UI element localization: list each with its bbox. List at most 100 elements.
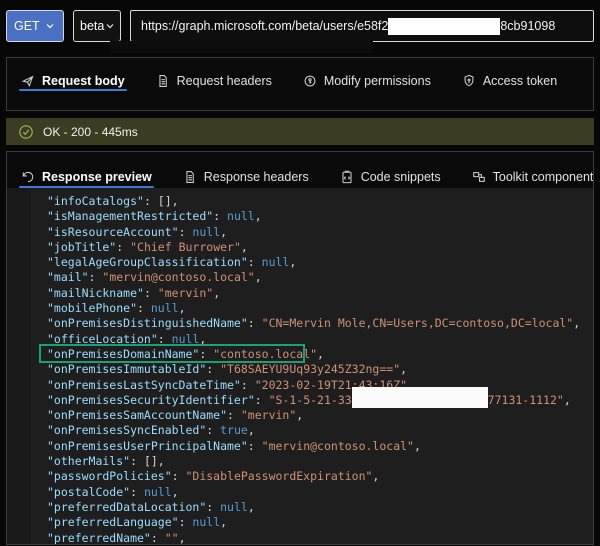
json-line-onPremisesDistinguishedName: "onPremisesDistinguishedName": "CN=Mervi… <box>47 316 593 331</box>
json-line-officeLocation: "officeLocation": null, <box>47 332 593 347</box>
json-line-onPremisesUserPrincipalName: "onPremisesUserPrincipalName": "mervin@c… <box>47 439 593 454</box>
response-json-editor[interactable]: "infoCatalogs": [],"isManagementRestrict… <box>7 188 593 544</box>
chevron-down-icon <box>104 20 116 32</box>
tab-request-headers[interactable]: Request headers <box>154 58 274 91</box>
json-value: null <box>192 225 220 239</box>
tab-label: Response headers <box>204 170 309 184</box>
status-bar: OK - 200 - 445ms <box>6 118 594 145</box>
tab-response-preview[interactable]: Response preview <box>19 152 154 188</box>
tab-modify-permissions[interactable]: Modify permissions <box>301 58 433 91</box>
json-key: "onPremisesImmutableId" <box>47 362 206 376</box>
request-toolbar: GET beta https://graph.microsoft.com/bet… <box>0 0 600 42</box>
json-key: "postalCode" <box>47 485 130 499</box>
json-line-passwordPolicies: "passwordPolicies": "DisablePasswordExpi… <box>47 469 593 484</box>
tab-label: Request headers <box>177 74 272 88</box>
json-line-onPremisesSyncEnabled: "onPremisesSyncEnabled": true, <box>47 423 593 438</box>
tab-toolkit-component[interactable]: Toolkit component <box>470 152 594 188</box>
document-icon <box>183 170 197 184</box>
json-value: null <box>227 209 255 223</box>
request-tabs: Request body Request headers Modify permis… <box>7 58 593 91</box>
tab-label: Modify permissions <box>324 74 431 88</box>
json-key: "mail" <box>47 270 89 284</box>
url-suffix: 8cb91098 <box>500 19 555 33</box>
json-value: "mervin@contoso.local" <box>262 439 414 453</box>
permissions-icon <box>303 74 317 88</box>
code-snippets-icon <box>340 170 354 184</box>
json-value: "contoso.local" <box>213 347 317 361</box>
json-key: "onPremisesDistinguishedName" <box>47 316 248 330</box>
json-value: "" <box>165 531 179 544</box>
method-dropdown[interactable]: GET <box>6 10 64 42</box>
json-key: "mailNickname" <box>47 286 144 300</box>
tab-request-body[interactable]: Request body <box>19 58 127 91</box>
json-line-onPremisesImmutableId: "onPremisesImmutableId": "T68SAEYU9Uq93y… <box>47 362 593 377</box>
json-key: "jobTitle" <box>47 240 116 254</box>
json-line-onPremisesDomainName: "onPremisesDomainName": "contoso.local", <box>47 347 593 362</box>
json-value: null <box>144 485 172 499</box>
json-value: null <box>172 332 200 346</box>
json-line-legalAgeGroupClassification: "legalAgeGroupClassification": null, <box>47 255 593 270</box>
json-key: "preferredLanguage" <box>47 515 179 529</box>
json-value: "mervin" <box>158 286 213 300</box>
tab-label: Toolkit component <box>493 170 594 184</box>
document-icon <box>156 74 170 88</box>
tab-access-token[interactable]: Access token <box>460 58 559 91</box>
json-value: "DisablePasswordExpiration" <box>185 469 372 483</box>
json-line-preferredDataLocation: "preferredDataLocation": null, <box>47 500 593 515</box>
json-key: "onPremisesDomainName" <box>47 347 199 361</box>
json-line-otherMails: "otherMails": [], <box>47 454 593 469</box>
method-label: GET <box>14 19 40 33</box>
dark-redaction-block <box>110 41 373 53</box>
status-text: OK - 200 - 445ms <box>43 125 138 139</box>
api-version-dropdown[interactable]: beta <box>73 10 121 42</box>
response-panel: Response preview Response headers Code sni… <box>6 151 594 545</box>
json-value: [], <box>144 454 165 468</box>
tab-label: Response preview <box>42 170 152 184</box>
json-key: "onPremisesSyncEnabled" <box>47 423 206 437</box>
json-value: 77131-1112" <box>488 393 564 407</box>
white-redaction-block <box>352 387 488 408</box>
json-value: "T68SAEYU9Uq93y245Z32ng==" <box>220 362 400 376</box>
json-line-isManagementRestricted: "isManagementRestricted": null, <box>47 209 593 224</box>
json-key: "isResourceAccount" <box>47 225 179 239</box>
tab-label: Access token <box>483 74 557 88</box>
json-line-mail: "mail": "mervin@contoso.local", <box>47 270 593 285</box>
json-value: null <box>262 255 290 269</box>
url-prefix: https://graph.microsoft.com/beta/users/e… <box>141 19 388 33</box>
json-key: "otherMails" <box>47 454 130 468</box>
json-key: "infoCatalogs" <box>47 194 144 208</box>
json-value: "mervin@contoso.local" <box>102 270 254 284</box>
json-value: null <box>151 301 179 315</box>
undo-icon <box>21 170 35 184</box>
json-line-jobTitle: "jobTitle": "Chief Burrower", <box>47 240 593 255</box>
check-circle-icon <box>18 124 34 140</box>
response-tabs: Response preview Response headers Code sni… <box>7 152 593 188</box>
json-key: "onPremisesSecurityIdentifier" <box>47 393 255 407</box>
tab-label: Request body <box>42 74 125 88</box>
json-value: "CN=Mervin Mole,CN=Users,DC=contoso,DC=l… <box>262 316 574 330</box>
json-value: "S-1-5-21-33 <box>269 393 352 407</box>
json-value: null <box>192 515 220 529</box>
json-key: "onPremisesUserPrincipalName" <box>47 439 248 453</box>
tab-label: Code snippets <box>361 170 441 184</box>
url-input[interactable]: https://graph.microsoft.com/beta/users/e… <box>130 10 594 42</box>
tab-response-headers[interactable]: Response headers <box>181 152 311 188</box>
json-key: "onPremisesLastSyncDateTime" <box>47 378 241 392</box>
json-value: null <box>220 500 248 514</box>
json-key: "isManagementRestricted" <box>47 209 213 223</box>
json-line-onPremisesSamAccountName: "onPremisesSamAccountName": "mervin", <box>47 408 593 423</box>
send-icon <box>21 74 35 88</box>
json-key: "preferredDataLocation" <box>47 500 206 514</box>
json-value: [], <box>158 194 179 208</box>
json-value: true <box>220 423 248 437</box>
json-key: "mobilePhone" <box>47 301 137 315</box>
component-icon <box>472 170 486 184</box>
json-key: "preferredName" <box>47 531 151 544</box>
api-version-label: beta <box>80 19 104 33</box>
json-line-infoCatalogs: "infoCatalogs": [], <box>47 194 593 209</box>
chevron-down-icon <box>44 20 56 32</box>
json-line-mobilePhone: "mobilePhone": null, <box>47 301 593 316</box>
url-redaction-block <box>388 18 500 35</box>
tab-code-snippets[interactable]: Code snippets <box>338 152 443 188</box>
json-line-onPremisesLastSyncDateTime: "onPremisesLastSyncDateTime": "2023-02-1… <box>47 378 593 393</box>
